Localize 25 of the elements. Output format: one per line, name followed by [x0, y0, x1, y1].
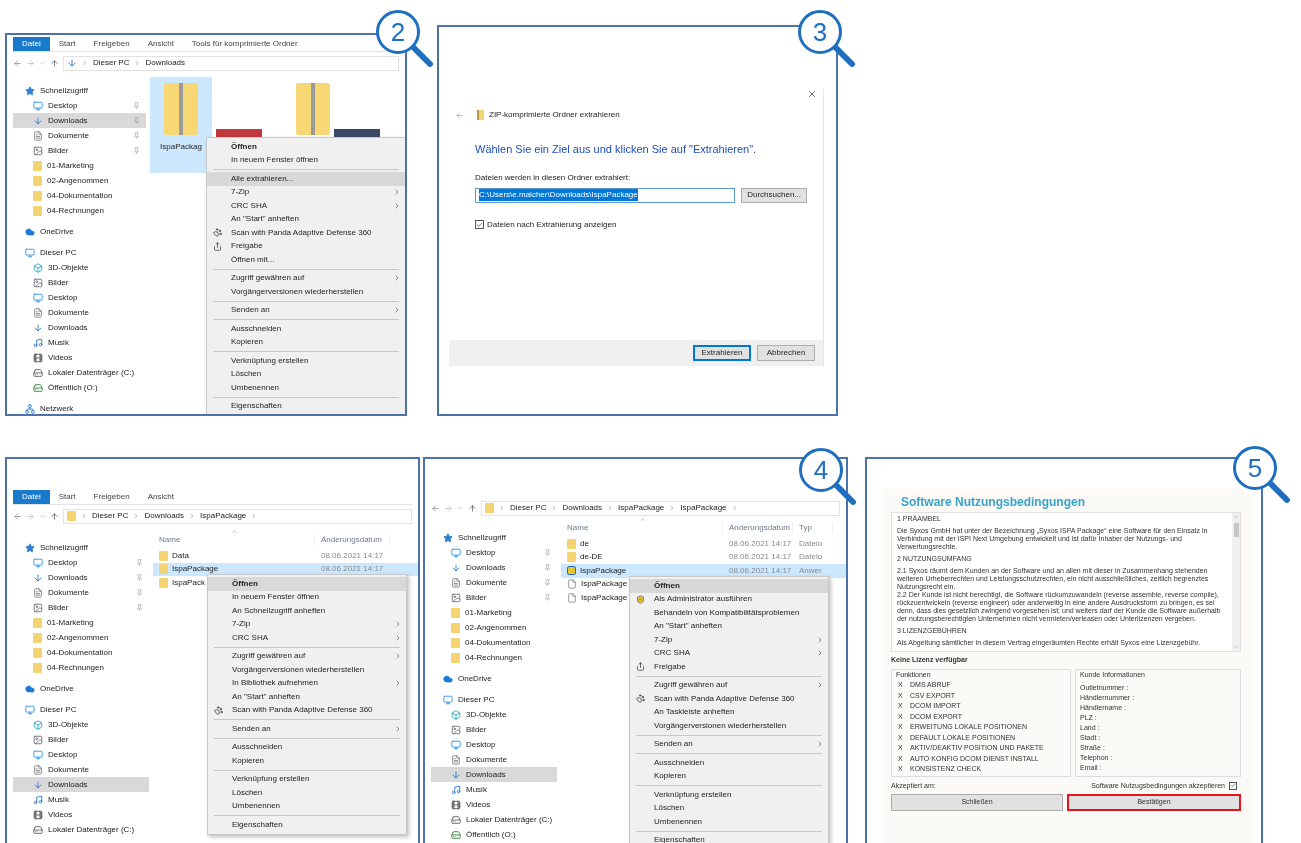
step-number: 4 [799, 448, 843, 492]
cell-text: IspaPack [172, 576, 205, 589]
cell-text: 08.06.2021 14:17 [729, 551, 792, 564]
dialog-title: ZIP-komprimierte Ordner extrahieren [489, 109, 620, 121]
cell-text: IspaPackage [581, 578, 628, 591]
cell-text: IspaPackage [581, 591, 628, 604]
cell-text: Data [172, 549, 189, 562]
step-number: 5 [1233, 446, 1277, 490]
cell-text: Dateio [799, 537, 823, 550]
cell-text: Anwer [799, 564, 822, 577]
field-label: Dateien werden in diesen Ordner extrahiert: [475, 171, 632, 184]
cell-text: de [580, 537, 589, 550]
cell-text: 08.06.2021 14:17 [321, 549, 384, 562]
cell-text: IspaPackage [580, 564, 627, 577]
cell-text: 08.06.2021 14:17 [321, 563, 384, 576]
cell-text: 08.06.2021 14:17 [729, 564, 792, 577]
cell-text: 08.06.2021 14:17 [729, 537, 792, 550]
checkbox-label: Dateien nach Extrahierung anzeigen [487, 218, 617, 231]
dialog-title: Software Nutzungsbedingungen [900, 494, 1086, 511]
step-number: 3 [798, 10, 842, 54]
dialog-heading: Wählen Sie ein Ziel aus und klicken Sie auf "Extrahieren". [475, 142, 758, 157]
step-number: 2 [376, 10, 420, 54]
cell-text: IspaPackage [172, 563, 219, 576]
cell-text: Dateio [799, 551, 823, 564]
cell-text: de-DE [580, 551, 603, 564]
